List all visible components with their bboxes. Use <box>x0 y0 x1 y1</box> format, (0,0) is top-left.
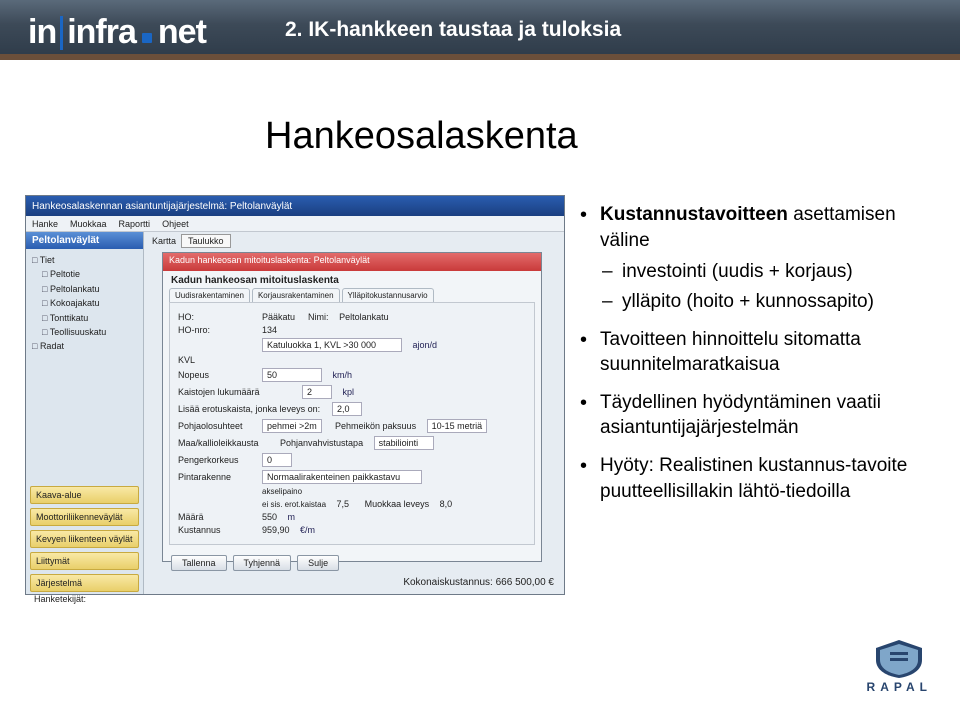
label-vahv: Pohjanvahvistustapa <box>280 438 363 448</box>
sidebar-button[interactable]: Liittymät <box>30 552 139 570</box>
tree-item[interactable]: Peltotie <box>32 267 137 281</box>
input-nopeus[interactable]: 50 <box>262 368 322 382</box>
input-kaistat[interactable]: 2 <box>302 385 332 399</box>
logo-pipe-icon <box>60 16 63 50</box>
logo-text-in: in <box>28 13 56 52</box>
save-button[interactable]: Tallenna <box>171 555 227 571</box>
label-penger: Pengerkorkeus <box>178 455 258 465</box>
menu-item[interactable]: Ohjeet <box>162 219 189 229</box>
slide-bullets: Kustannustavoitteen asettamisen väline i… <box>580 202 940 516</box>
select-pehmpak[interactable]: 10-15 metriä <box>427 419 488 433</box>
label-honro: HO-nro: <box>178 325 258 335</box>
bullet-3: Täydellinen hyödyntäminen vaatii asiantu… <box>580 390 940 441</box>
tree-group[interactable]: Tiet <box>32 253 137 267</box>
inner-tab[interactable]: Ylläpitokustannusarvio <box>342 288 434 302</box>
label-maakal: Maa/kallioleikkausta <box>178 438 258 448</box>
menu-item[interactable]: Muokkaa <box>70 219 107 229</box>
value-paakatu: Pääkatu <box>262 312 295 322</box>
app-titlebar: Hankeosalaskennan asiantuntijajärjestelm… <box>26 196 564 216</box>
inner-subtitle: Kadun hankeosan mitoituslaskenta <box>163 271 541 288</box>
rapal-logo: RAPAL <box>867 638 932 694</box>
app-screenshot: Hankeosalaskennan asiantuntijajärjestelm… <box>25 195 565 595</box>
bullet-1: Kustannustavoitteen asettamisen väline i… <box>580 202 940 315</box>
footer-label: Hanketekijät: <box>26 594 564 604</box>
unit-maara: m <box>288 512 296 522</box>
value-kust: 959,90 <box>262 525 290 535</box>
select-pohja[interactable]: pehmei >2m <box>262 419 322 433</box>
tree-item[interactable]: Teollisuuskatu <box>32 325 137 339</box>
inner-button-row: Tallenna Tyhjennä Sulje <box>163 551 541 575</box>
tree-item[interactable]: Peltolankatu <box>32 282 137 296</box>
sidebar-button[interactable]: Kevyen liikenteen väylät <box>30 530 139 548</box>
sidebar-head: Peltolanväylät <box>26 232 143 249</box>
label-ho: HO: <box>178 312 258 322</box>
close-button[interactable]: Sulje <box>297 555 339 571</box>
inner-window: Kadun hankeosan mitoituslaskenta: Peltol… <box>162 252 542 562</box>
sidebar-button[interactable]: Järjestelmä <box>30 574 139 592</box>
app-title: Hankeosalaskennan asiantuntijajärjestelm… <box>32 201 292 212</box>
label-leveys-note: Lisää erotuskaista, jonka leveys on: <box>178 404 328 414</box>
slide-header: in infra net 2. IK-hankkeen taustaa ja t… <box>0 0 960 60</box>
value-honro: 134 <box>262 325 277 335</box>
input-penger[interactable]: 0 <box>262 453 292 467</box>
unit-nopeus: km/h <box>333 370 353 380</box>
sidebar-tree: Tiet Peltotie Peltolankatu Kokoajakatu T… <box>26 249 143 484</box>
label-maara: Määrä <box>178 512 258 522</box>
menu-item[interactable]: Raportti <box>119 219 151 229</box>
unit-kust: €/m <box>300 525 315 535</box>
rapal-text: RAPAL <box>867 680 932 694</box>
tree-group[interactable]: Radat <box>32 339 137 353</box>
sidebar-button[interactable]: Kaava-alue <box>30 486 139 504</box>
unit-kaistat: kpl <box>343 387 355 397</box>
label-pinta: Pintarakenne <box>178 472 258 482</box>
logo-ininfra-net: in infra net <box>28 9 206 52</box>
app-main: Kartta Taulukko Kadun hankeosan mitoitus… <box>144 232 564 594</box>
logo-text-net: net <box>158 13 206 52</box>
logo-text-infra: infra <box>67 13 136 52</box>
inner-tab[interactable]: Korjausrakentaminen <box>252 288 340 302</box>
value-muokkaa: 8,0 <box>440 499 453 509</box>
label-kaistat: Kaistojen lukumäärä <box>178 387 298 397</box>
inner-form: HO: Pääkatu Nimi: Peltolankatu HO-nro: 134… <box>169 302 535 545</box>
rapal-shield-icon <box>872 638 926 678</box>
menu-item[interactable]: Hanke <box>32 219 58 229</box>
header-subtitle: 2. IK-hankkeen taustaa ja tuloksia <box>285 18 621 42</box>
inner-tabs: Uudisrakentaminen Korjausrakentaminen Yl… <box>163 288 541 302</box>
app-sidebar: Peltolanväylät Tiet Peltotie Peltolankat… <box>26 232 144 594</box>
tree-item[interactable]: Tonttikatu <box>32 311 137 325</box>
label-pehmpak: Pehmeikön paksuus <box>335 421 416 431</box>
bullet-4: Hyöty: Realistinen kustannus-tavoite puu… <box>580 453 940 504</box>
value-nimi: Peltolankatu <box>339 312 389 322</box>
label-kust: Kustannus <box>178 525 258 535</box>
label-pohja: Pohjaolosuhteet <box>178 421 258 431</box>
inner-titlebar: Kadun hankeosan mitoituslaskenta: Peltol… <box>163 253 541 271</box>
input-leveys[interactable]: 2,0 <box>332 402 362 416</box>
label-nopeus: Nopeus <box>178 370 258 380</box>
label-nimi: Nimi: <box>308 312 329 322</box>
unit-kvl: ajon/d <box>413 340 438 350</box>
value-erot: 7,5 <box>337 499 350 509</box>
select-pinta[interactable]: Normaalirakenteinen paikkastavu <box>262 470 422 484</box>
select-katuluokka[interactable]: Katuluokka 1, KVL >30 000 <box>262 338 402 352</box>
tab-taulukko[interactable]: Taulukko <box>181 234 231 248</box>
inner-tab[interactable]: Uudisrakentaminen <box>169 288 250 302</box>
label-erot: ei sis. erot.kaistaa <box>262 500 326 509</box>
value-maara: 550 <box>262 512 277 522</box>
label-kvl: KVL <box>178 355 258 365</box>
bullet-1-bold: Kustannustavoitteen <box>600 204 788 225</box>
label-akselipaino: akselipaino <box>262 487 302 496</box>
bullet-2: Tavoitteen hinnoittelu sitomatta suunnit… <box>580 327 940 378</box>
clear-button[interactable]: Tyhjennä <box>233 555 292 571</box>
app-menubar: Hanke Muokkaa Raportti Ohjeet <box>26 216 564 232</box>
app-body: Peltolanväylät Tiet Peltotie Peltolankat… <box>26 232 564 594</box>
slide-title: Hankeosalaskenta <box>265 115 578 158</box>
label-muokkaa: Muokkaa leveys <box>365 499 430 509</box>
sidebar-button[interactable]: Moottoriliikenneväylät <box>30 508 139 526</box>
select-vahv[interactable]: stabiliointi <box>374 436 434 450</box>
bullet-1-sub2: ylläpito (hoito + kunnossapito) <box>600 289 940 315</box>
footer-total: Kokonaiskustannus: 666 500,00 € <box>403 577 554 588</box>
logo-dot-icon <box>142 33 152 43</box>
tree-item[interactable]: Kokoajakatu <box>32 296 137 310</box>
bullet-1-sub1: investointi (uudis + korjaus) <box>600 259 940 285</box>
